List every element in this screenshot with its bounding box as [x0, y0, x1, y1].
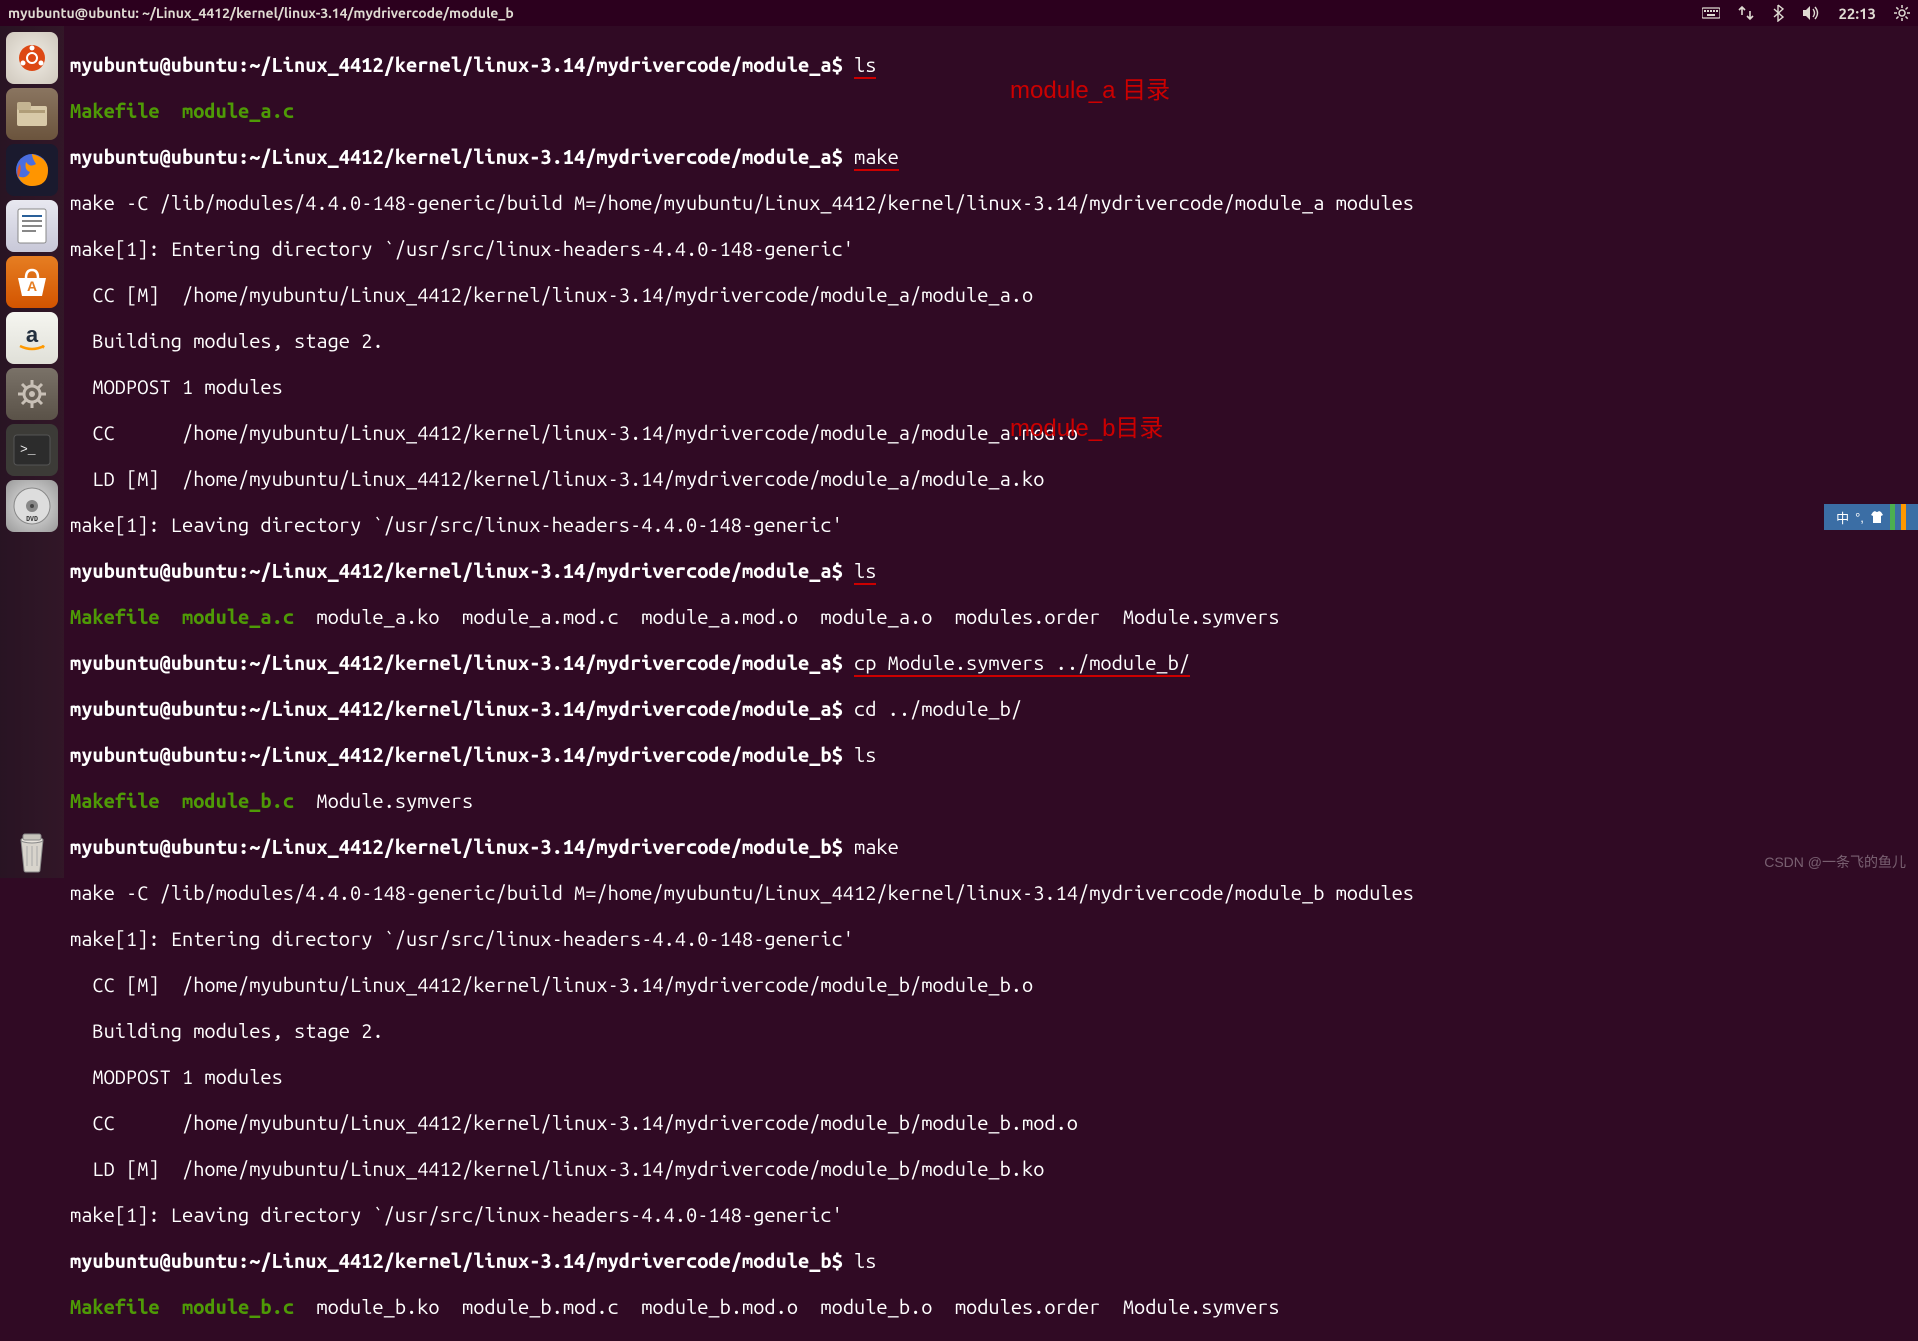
terminal-line: CC [M] /home/myubuntu/Linux_4412/kernel/… [70, 973, 1912, 996]
clock[interactable]: 22:13 [1838, 5, 1876, 22]
writer-icon[interactable] [6, 200, 58, 252]
terminal-line: Building modules, stage 2. [70, 329, 1912, 352]
terminal-line: make[1]: Leaving directory `/usr/src/lin… [70, 1203, 1912, 1226]
terminal-line: myubuntu@ubuntu:~/Linux_4412/kernel/linu… [70, 145, 1912, 168]
terminal-line: Makefile module_b.c Module.symvers [70, 789, 1912, 812]
ime-indicator[interactable]: 中 °, [1824, 504, 1918, 530]
terminal-line: LD [M] /home/myubuntu/Linux_4412/kernel/… [70, 467, 1912, 490]
terminal-line: myubuntu@ubuntu:~/Linux_4412/kernel/linu… [70, 559, 1912, 582]
keyboard-icon[interactable] [1702, 6, 1720, 20]
firefox-icon[interactable] [6, 144, 58, 196]
annotation-module-a: module_a 目录 [1010, 70, 1170, 105]
launcher: A a >_ DVD [0, 26, 64, 878]
terminal-line: CC [M] /home/myubuntu/Linux_4412/kernel/… [70, 283, 1912, 306]
amazon-icon[interactable]: a [6, 312, 58, 364]
terminal-line: make[1]: Entering directory `/usr/src/li… [70, 237, 1912, 260]
terminal-line: CC /home/myubuntu/Linux_4412/kernel/linu… [70, 421, 1912, 444]
ime-sym: °, [1855, 510, 1864, 525]
svg-text:>_: >_ [20, 442, 36, 457]
watermark: CSDN @一条飞的鱼儿 [1764, 852, 1906, 872]
terminal-line: Makefile module_a.c module_a.ko module_a… [70, 605, 1912, 628]
trash-icon[interactable] [6, 826, 58, 878]
terminal-line: myubuntu@ubuntu:~/Linux_4412/kernel/linu… [70, 1249, 1912, 1272]
sound-icon[interactable] [1802, 5, 1820, 21]
network-icon[interactable] [1738, 5, 1754, 21]
terminal-line: myubuntu@ubuntu:~/Linux_4412/kernel/linu… [70, 835, 1912, 858]
terminal-line: MODPOST 1 modules [70, 375, 1912, 398]
ime-lang: 中 [1836, 508, 1849, 527]
top-panel: myubuntu@ubuntu: ~/Linux_4412/kernel/lin… [0, 0, 1918, 26]
window-title: myubuntu@ubuntu: ~/Linux_4412/kernel/lin… [8, 5, 1702, 21]
terminal-line: Makefile module_b.c module_b.ko module_b… [70, 1295, 1912, 1318]
svg-text:A: A [27, 278, 37, 294]
terminal-line: LD [M] /home/myubuntu/Linux_4412/kernel/… [70, 1157, 1912, 1180]
terminal-line: MODPOST 1 modules [70, 1065, 1912, 1088]
svg-text:a: a [26, 322, 39, 347]
software-icon[interactable]: A [6, 256, 58, 308]
terminal-line: myubuntu@ubuntu:~/Linux_4412/kernel/linu… [70, 697, 1912, 720]
terminal-line: myubuntu@ubuntu:~/Linux_4412/kernel/linu… [70, 743, 1912, 766]
svg-text:DVD: DVD [26, 515, 38, 523]
terminal-line: Makefile module_a.c [70, 99, 1912, 122]
dash-icon[interactable] [6, 32, 58, 84]
system-indicators: 22:13 [1702, 4, 1910, 22]
terminal-line: CC /home/myubuntu/Linux_4412/kernel/linu… [70, 1111, 1912, 1134]
terminal-line: make -C /lib/modules/4.4.0-148-generic/b… [70, 881, 1912, 904]
annotation-module-b: module_b目录 [1010, 408, 1163, 443]
settings-icon[interactable] [6, 368, 58, 420]
bluetooth-icon[interactable] [1772, 4, 1784, 22]
terminal-line: myubuntu@ubuntu:~/Linux_4412/kernel/linu… [70, 651, 1912, 674]
terminal-icon[interactable]: >_ [6, 424, 58, 476]
terminal-line: make -C /lib/modules/4.4.0-148-generic/b… [70, 191, 1912, 214]
gear-icon[interactable] [1894, 5, 1910, 21]
files-icon[interactable] [6, 88, 58, 140]
terminal-line: myubuntu@ubuntu:~/Linux_4412/kernel/linu… [70, 53, 1912, 76]
terminal-line: Building modules, stage 2. [70, 1019, 1912, 1042]
disc-icon[interactable]: DVD [6, 480, 58, 532]
terminal[interactable]: myubuntu@ubuntu:~/Linux_4412/kernel/linu… [64, 26, 1918, 878]
terminal-line: make[1]: Leaving directory `/usr/src/lin… [70, 513, 1912, 536]
shirt-icon [1870, 510, 1884, 524]
terminal-line: make[1]: Entering directory `/usr/src/li… [70, 927, 1912, 950]
